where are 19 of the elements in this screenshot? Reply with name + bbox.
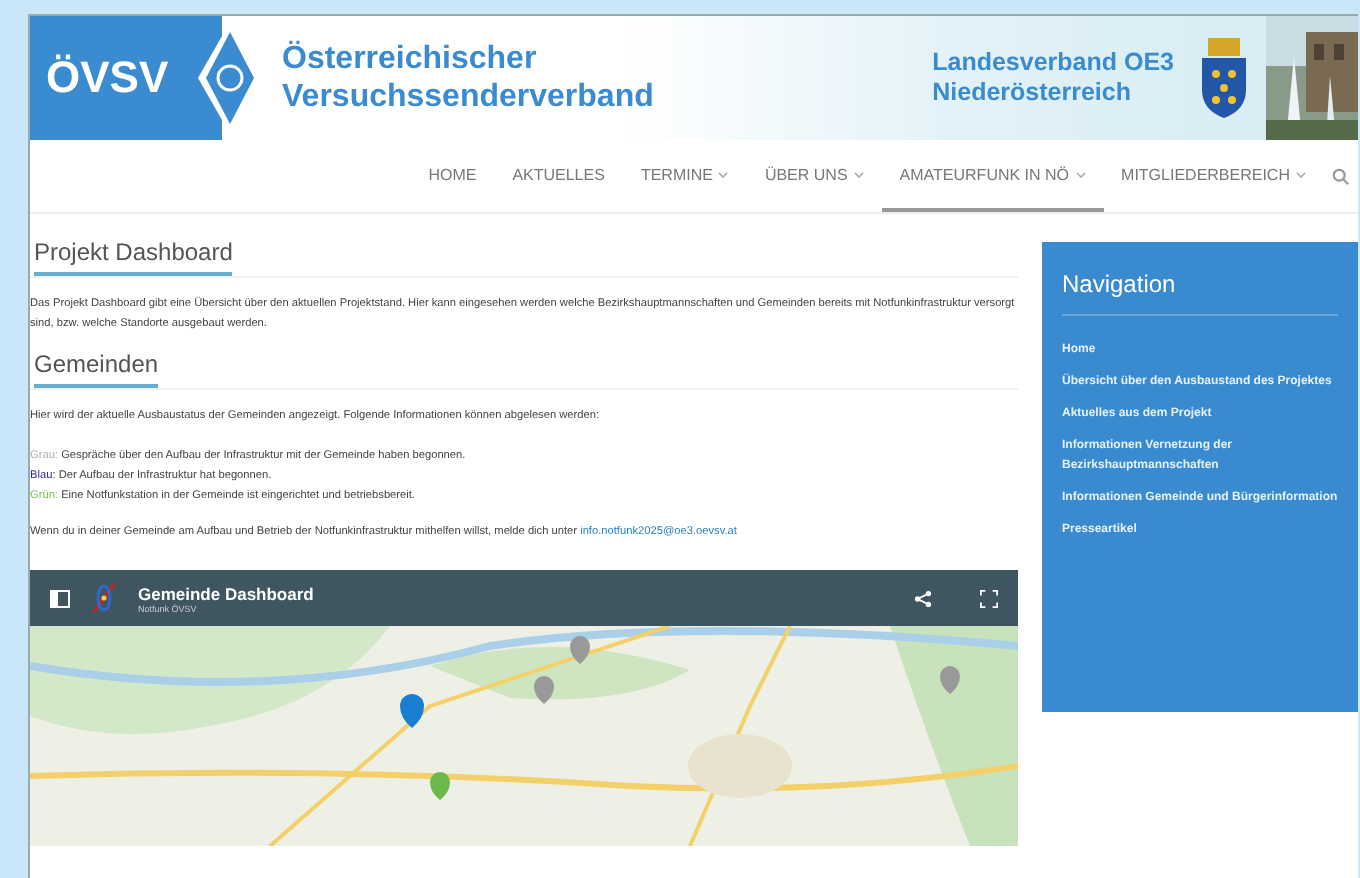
nav-tab[interactable]: TERMINE [622,140,747,212]
sidebar-title: Navigation [1062,270,1338,316]
region-name: Landesverband OE3 [932,48,1174,78]
nav-tab[interactable]: MITGLIEDERBEREICH [1103,140,1324,212]
region-name: Niederösterreich [932,78,1133,108]
nav-tab[interactable]: AMATEURFUNK IN NÖ [881,140,1104,212]
sidebar-toggle-icon[interactable] [50,589,70,607]
share-icon[interactable] [914,589,932,607]
logo-text: ÖVSV [46,52,169,104]
organization-name: Versuchssenderverband [282,78,654,116]
organization-name: Österreichischer [282,40,539,78]
search-icon[interactable] [1332,167,1350,185]
dashboard-title: Gemeinde Dashboard [138,583,314,603]
antenna-logo-icon [90,580,118,616]
fullscreen-icon[interactable] [980,589,998,607]
nav-tab[interactable]: HOME [410,140,495,212]
coat-of-arms-icon [1198,38,1250,118]
nav-tab[interactable]: AKTUELLES [494,140,623,212]
nav-tab[interactable]: ÜBER UNS [746,140,882,212]
